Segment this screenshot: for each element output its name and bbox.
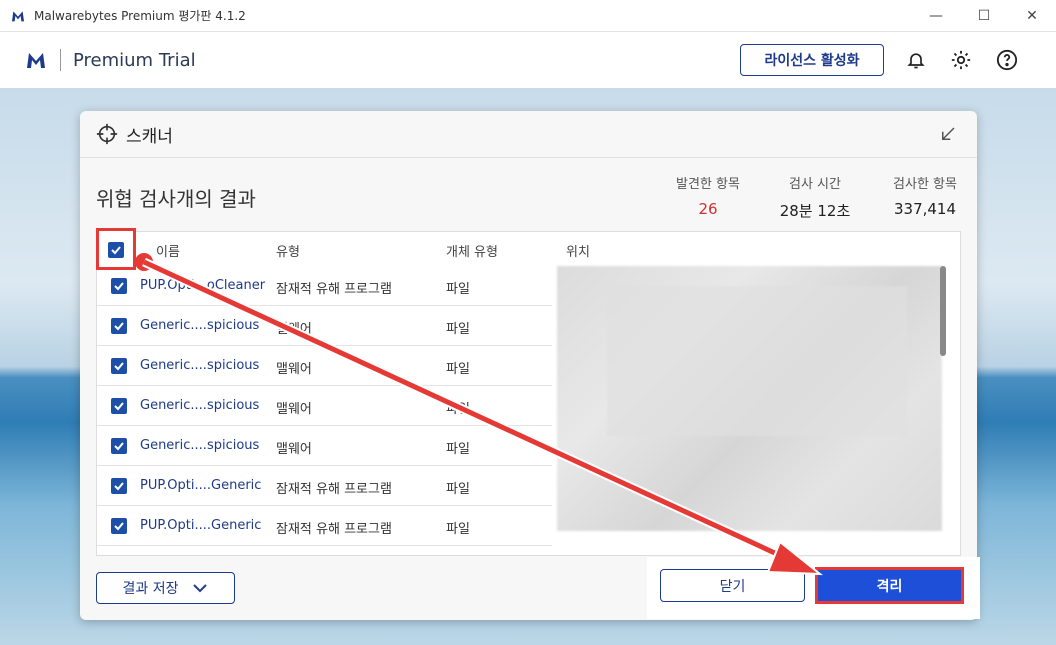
close-icon[interactable]: ✕ (1008, 0, 1056, 32)
column-name[interactable]: 이름 (156, 241, 180, 260)
dialog-title: 스캐너 (126, 126, 173, 147)
collapse-arrow-icon[interactable] (939, 125, 957, 143)
help-icon[interactable] (994, 47, 1020, 73)
table-row[interactable]: Generic....spicious 맬웨어 파일 (97, 306, 552, 346)
row-object-type: 파일 (446, 362, 470, 377)
checkmark-icon (111, 246, 121, 255)
row-name: Generic....spicious (140, 438, 260, 453)
row-object-type: 파일 (446, 482, 470, 497)
title-bar: Malwarebytes Premium 평가판 4.1.2 — ☐ ✕ (0, 0, 1056, 32)
table-header: 이름 유형 개체 유형 위치 (97, 232, 960, 266)
chevron-down-icon (193, 584, 208, 593)
checkmark-icon (114, 522, 124, 531)
close-button[interactable]: 닫기 (660, 569, 805, 602)
malwarebytes-logo-icon (27, 53, 45, 68)
row-name: PUP.Opti....Generic (140, 478, 262, 493)
checkmark-icon (114, 362, 124, 371)
row-name: Generic....spicious (140, 358, 260, 373)
gear-icon[interactable] (948, 47, 974, 73)
table-scrollbar[interactable] (940, 266, 946, 356)
table-row[interactable]: Generic....spicious 맬웨어 파일 (97, 386, 552, 426)
row-name: Generic....spicious (140, 398, 260, 413)
checkmark-icon (114, 322, 124, 331)
app-header: Premium Trial 라이선스 활성화 (0, 32, 1056, 88)
row-type: 잠재적 유해 프로그램 (276, 282, 392, 297)
results-title: 위협 검사개의 결과 (96, 187, 256, 211)
row-object-type: 파일 (446, 522, 470, 537)
scanner-dialog: 스캐너 위협 검사개의 결과 발견한 항목 26 검사 시간 28분 12초 검… (80, 111, 977, 620)
save-results-button[interactable]: 결과 저장 (96, 572, 235, 604)
row-name: Generic....spicious (140, 318, 260, 333)
table-row[interactable]: Generic....spicious 맬웨어 파일 (97, 426, 552, 466)
bell-icon[interactable] (903, 47, 929, 73)
row-name: PUP.Opti...oCleaner (140, 278, 266, 293)
row-object-type: 파일 (446, 282, 470, 297)
row-type: 맬웨어 (276, 442, 312, 457)
checkmark-icon (114, 442, 124, 451)
column-object-type[interactable]: 개체 유형 (446, 241, 498, 260)
crosshair-icon (96, 123, 118, 145)
row-type: 맬웨어 (276, 402, 312, 417)
row-object-type: 파일 (446, 402, 470, 417)
row-name: PUP.Opti....Generic (140, 518, 262, 533)
quarantine-button[interactable]: 격리 (815, 567, 964, 604)
minimize-icon[interactable]: — (912, 0, 960, 32)
dialog-header: 스캐너 (80, 111, 977, 158)
row-checkbox[interactable] (111, 278, 127, 294)
table-row[interactable]: PUP.Opti....Generic 잠재적 유해 프로그램 파일 (97, 466, 552, 506)
row-checkbox[interactable] (111, 358, 127, 374)
row-checkbox[interactable] (111, 398, 127, 414)
row-type: 잠재적 유해 프로그램 (276, 482, 392, 497)
column-type[interactable]: 유형 (276, 241, 300, 260)
product-name: Premium Trial (73, 49, 196, 71)
checkmark-icon (114, 482, 124, 491)
row-type: 잠재적 유해 프로그램 (276, 522, 392, 537)
checkmark-icon (114, 282, 124, 291)
row-checkbox[interactable] (111, 478, 127, 494)
row-checkbox[interactable] (111, 318, 127, 334)
row-object-type: 파일 (446, 442, 470, 457)
row-object-type: 파일 (446, 322, 470, 337)
column-location[interactable]: 위치 (566, 241, 590, 260)
maximize-icon[interactable]: ☐ (960, 0, 1008, 32)
window-title: Malwarebytes Premium 평가판 4.1.2 (34, 9, 246, 23)
table-row[interactable]: PUP.Opti....Generic 잠재적 유해 프로그램 파일 (97, 506, 552, 546)
activate-license-button[interactable]: 라이선스 활성화 (740, 44, 884, 76)
header-divider (60, 49, 61, 71)
row-checkbox[interactable] (111, 518, 127, 534)
stat-scanned: 검사한 항목 337,414 (893, 177, 957, 218)
location-blurred-area (557, 266, 942, 531)
checkmark-icon (114, 402, 124, 411)
stat-found: 발견한 항목 26 (676, 177, 740, 218)
row-type: 맬웨어 (276, 362, 312, 377)
stat-scan-time: 검사 시간 28분 12초 (779, 177, 851, 220)
row-checkbox[interactable] (111, 438, 127, 454)
results-table: 이름 유형 개체 유형 위치 PUP.Opti...oCleaner 잠재적 유해… (96, 231, 961, 556)
row-type: 맬웨어 (276, 322, 312, 337)
select-all-checkbox[interactable] (108, 242, 124, 258)
table-row[interactable]: PUP.Opti...oCleaner 잠재적 유해 프로그램 파일 (97, 266, 552, 306)
table-row[interactable]: Generic....spicious 맬웨어 파일 (97, 346, 552, 386)
malwarebytes-logo-icon (12, 10, 24, 21)
